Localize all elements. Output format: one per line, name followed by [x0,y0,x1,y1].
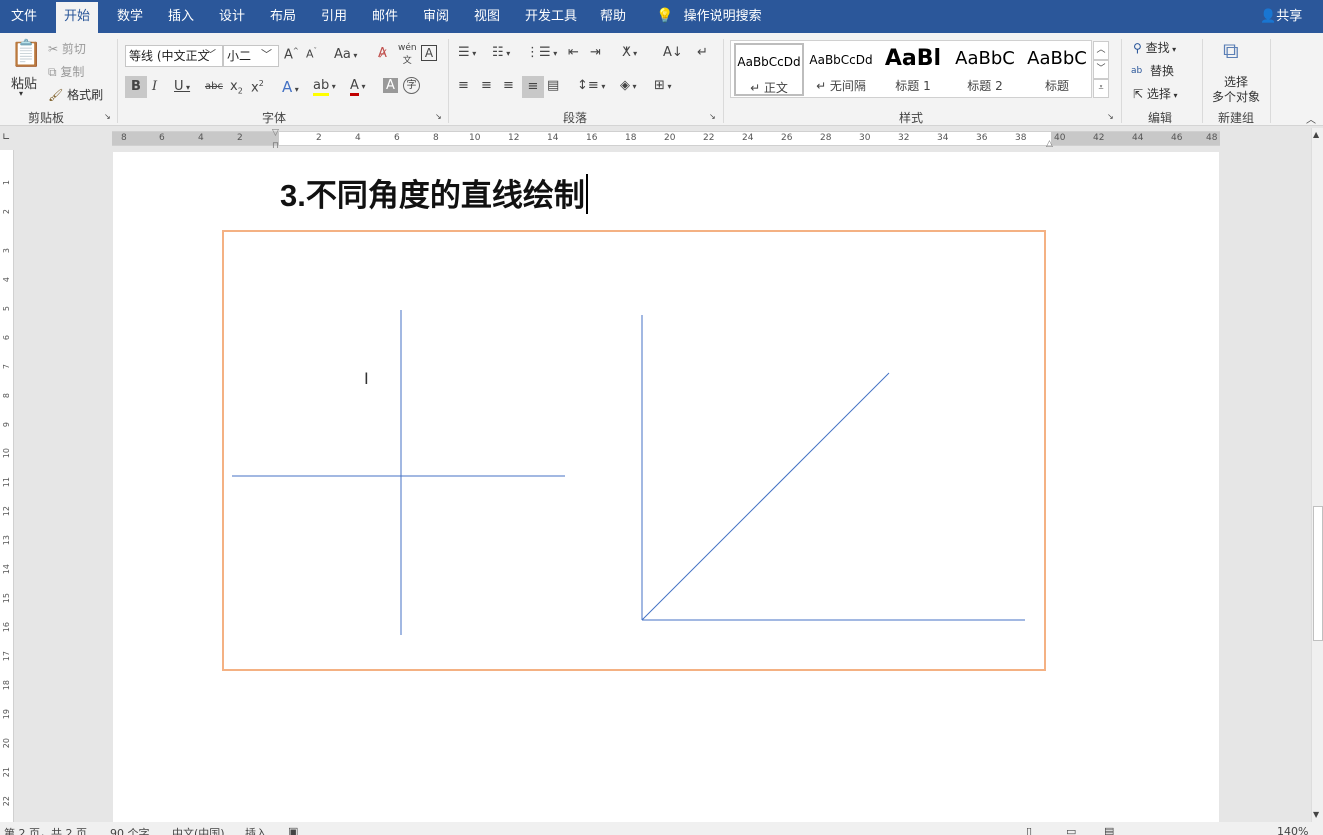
web-layout-icon[interactable]: ▤ [1104,825,1114,835]
ibeam-cursor-icon: I [364,369,369,388]
language[interactable]: 中文(中国) [172,825,225,835]
vertical-scrollbar[interactable]: ▲ ▼ [1311,128,1323,822]
scroll-up-icon[interactable]: ▲ [1313,130,1319,139]
canvas-lines: I [232,310,1025,635]
status-bar: 第 2 页，共 2 页 90 个字 中文(中国) 插入 ▣ ▯ ▭ ▤ 140% [0,822,1323,835]
read-mode-icon[interactable]: ▯ [1026,825,1032,835]
scroll-thumb[interactable] [1313,506,1323,641]
diagonal-line[interactable] [641,372,890,621]
page-count[interactable]: 第 2 页，共 2 页 [4,825,87,835]
print-layout-icon[interactable]: ▭ [1066,825,1076,835]
word-count[interactable]: 90 个字 [110,825,150,835]
scroll-down-icon[interactable]: ▼ [1313,810,1319,819]
zoom-level[interactable]: 140% [1277,825,1308,835]
macro-icon[interactable]: ▣ [288,825,298,835]
insert-mode[interactable]: 插入 [245,825,267,835]
